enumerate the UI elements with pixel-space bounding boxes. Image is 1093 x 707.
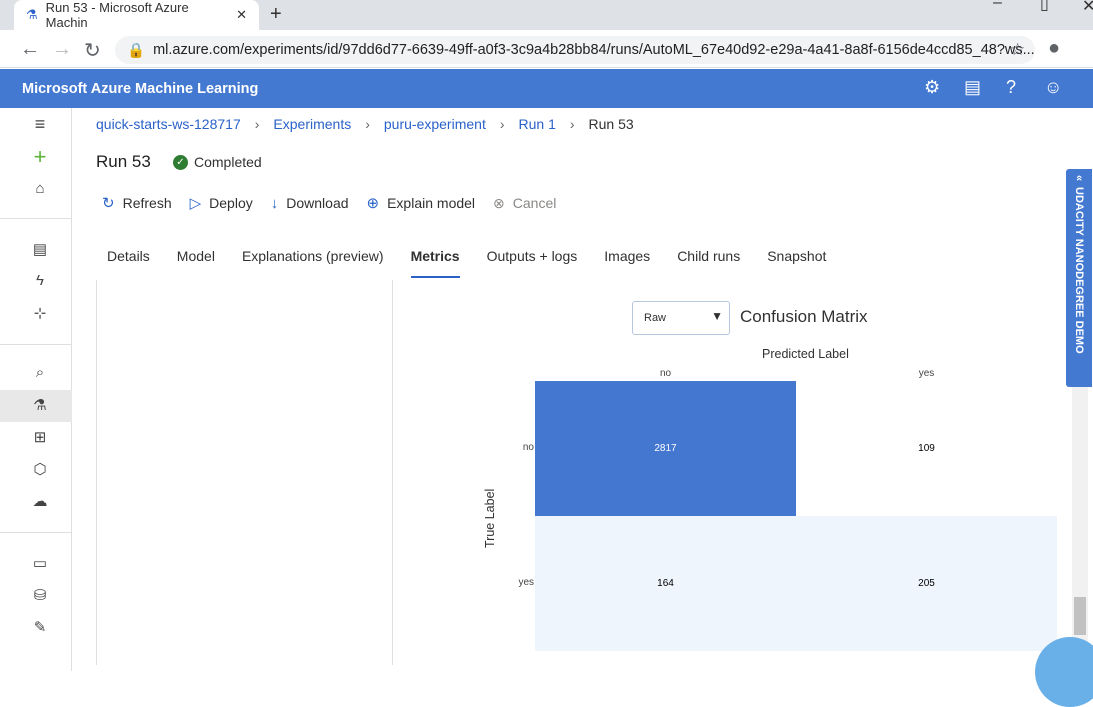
select-value: Raw	[644, 312, 667, 324]
automl-icon[interactable]: ϟ	[30, 272, 50, 289]
tab-images[interactable]: Images	[604, 248, 650, 278]
breadcrumb-run1[interactable]: Run 1	[519, 116, 556, 132]
app-title[interactable]: Microsoft Azure Machine Learning	[22, 81, 258, 97]
explain-label: Explain model	[387, 195, 476, 211]
cancel-icon: ⊗	[493, 194, 505, 211]
chart-title: Confusion Matrix	[740, 307, 868, 326]
dropdown-arrow-icon: ▼	[711, 309, 723, 323]
refresh-button[interactable]: ↻ Refresh	[102, 194, 172, 212]
home-icon[interactable]: ⌂	[30, 180, 50, 197]
page-title: Run 53	[96, 152, 151, 171]
breadcrumb-experiment[interactable]: puru-experiment	[384, 116, 486, 132]
models-icon[interactable]: ⬡	[30, 460, 50, 478]
y-axis-label: True Label	[483, 488, 497, 548]
experiments-icon[interactable]: ⚗	[30, 396, 50, 414]
x-axis-label: Predicted Label	[762, 347, 849, 361]
zoom-icon: ⊕	[366, 195, 380, 212]
endpoints-icon[interactable]: ☁	[30, 492, 50, 510]
heatmap-cell: 164	[535, 516, 796, 651]
menu-icon[interactable]: ≡	[30, 114, 50, 135]
labeling-icon[interactable]: ✎	[30, 618, 50, 636]
tab-details[interactable]: Details	[107, 248, 150, 278]
check-icon: ✓	[173, 154, 188, 170]
tab-metrics[interactable]: Metrics	[410, 248, 460, 278]
download-label: Download	[286, 195, 349, 211]
tab-outputs-logs[interactable]: Outputs + logs	[487, 248, 578, 278]
heatmap-cell: 2817	[535, 381, 796, 516]
datastores-icon[interactable]: ⛁	[30, 586, 50, 604]
url-text: ml.azure.com/experiments/id/97dd6d77-663…	[153, 42, 1035, 58]
scrollbar-thumb[interactable]	[1074, 597, 1086, 635]
profile-icon[interactable]: ●	[1048, 37, 1060, 60]
chat-button[interactable]	[1035, 637, 1093, 707]
tab-list: Details Model Explanations (preview) Met…	[107, 248, 826, 278]
side-banner[interactable]: « UDACITY NANODEGREE DEMO	[1066, 169, 1092, 387]
status-badge: ✓ Completed	[173, 154, 262, 170]
compute-icon[interactable]: ▭	[30, 554, 50, 572]
breadcrumb-current: Run 53	[588, 116, 634, 132]
download-icon: ↓	[270, 194, 279, 212]
minimize-icon[interactable]: –	[993, 0, 1002, 12]
close-tab-icon[interactable]: ✕	[236, 7, 247, 23]
sidebar: ≡ + ⌂ ▤ ϟ ⊹ ⌕ ⚗ ⊞ ⬡ ☁ ▭ ⛁ ✎	[0, 108, 72, 671]
refresh-icon: ↻	[102, 195, 115, 212]
download-button[interactable]: ↓ Download	[271, 194, 349, 212]
notebook-icon[interactable]: ▤	[30, 240, 50, 258]
status-text: Completed	[194, 154, 262, 170]
browser-tab-bar: ⚗ Run 53 - Microsoft Azure Machin ✕ + – …	[0, 0, 1093, 30]
tab-title: Run 53 - Microsoft Azure Machin	[45, 0, 189, 30]
pipelines-icon[interactable]: ⊞	[30, 428, 50, 446]
deploy-icon: ▷	[189, 195, 202, 212]
heatmap-cell: 205	[796, 516, 1057, 651]
breadcrumb-workspace[interactable]: quick-starts-ws-128717	[96, 116, 241, 132]
deploy-button[interactable]: ▷ Deploy	[190, 194, 253, 212]
matrix-mode-select[interactable]: Raw ▼	[632, 301, 730, 335]
side-banner-text: UDACITY NANODEGREE DEMO	[1073, 187, 1085, 354]
smiley-icon[interactable]: ☺	[1044, 77, 1062, 98]
plus-icon[interactable]: +	[30, 144, 50, 170]
explain-model-button[interactable]: ⊕ Explain model	[367, 194, 476, 212]
tab-explanations[interactable]: Explanations (preview)	[242, 248, 384, 278]
heatmap-cell: 109	[796, 381, 1057, 516]
url-input[interactable]: 🔒 ml.azure.com/experiments/id/97dd6d77-6…	[115, 36, 1035, 64]
designer-icon[interactable]: ⊹	[30, 304, 50, 322]
y-tick-label: yes	[518, 576, 534, 588]
cancel-label: Cancel	[512, 195, 557, 211]
y-tick-label: no	[522, 441, 534, 453]
flask-icon: ⚗	[26, 7, 38, 22]
cancel-button[interactable]: ⊗ Cancel	[493, 194, 556, 212]
browser-tab[interactable]: ⚗ Run 53 - Microsoft Azure Machin ✕	[14, 0, 259, 30]
tab-model[interactable]: Model	[177, 248, 215, 278]
back-icon[interactable]: ←	[20, 38, 40, 61]
refresh-label: Refresh	[122, 195, 172, 211]
tab-child-runs[interactable]: Child runs	[677, 248, 740, 278]
forward-icon[interactable]: →	[52, 38, 72, 61]
toolbar: ↻ Refresh ▷ Deploy ↓ Download ⊕ Explain mode…	[102, 194, 556, 213]
x-tick-label: no	[659, 368, 672, 379]
maximize-icon[interactable]: ▯	[1040, 0, 1049, 14]
settings-icon[interactable]: ⚙	[924, 77, 940, 98]
tab-snapshot[interactable]: Snapshot	[767, 248, 826, 278]
feedback-icon[interactable]: ▤	[964, 77, 981, 98]
breadcrumb: quick-starts-ws-128717 › Experiments › pur…	[96, 116, 634, 132]
deploy-label: Deploy	[209, 195, 253, 211]
breadcrumb-experiments[interactable]: Experiments	[273, 116, 351, 132]
x-tick-label: yes	[918, 368, 935, 379]
new-tab-icon[interactable]: +	[270, 3, 282, 26]
reload-icon[interactable]: ↻	[84, 38, 101, 63]
datasets-icon[interactable]: ⌕	[30, 364, 50, 381]
star-icon[interactable]: ☆	[1010, 40, 1025, 60]
metrics-list-panel	[96, 280, 393, 665]
help-icon[interactable]: ?	[1006, 77, 1016, 98]
collapse-icon: «	[1073, 175, 1085, 182]
lock-icon: 🔒	[127, 42, 146, 59]
close-window-icon[interactable]: ✕	[1082, 0, 1093, 16]
